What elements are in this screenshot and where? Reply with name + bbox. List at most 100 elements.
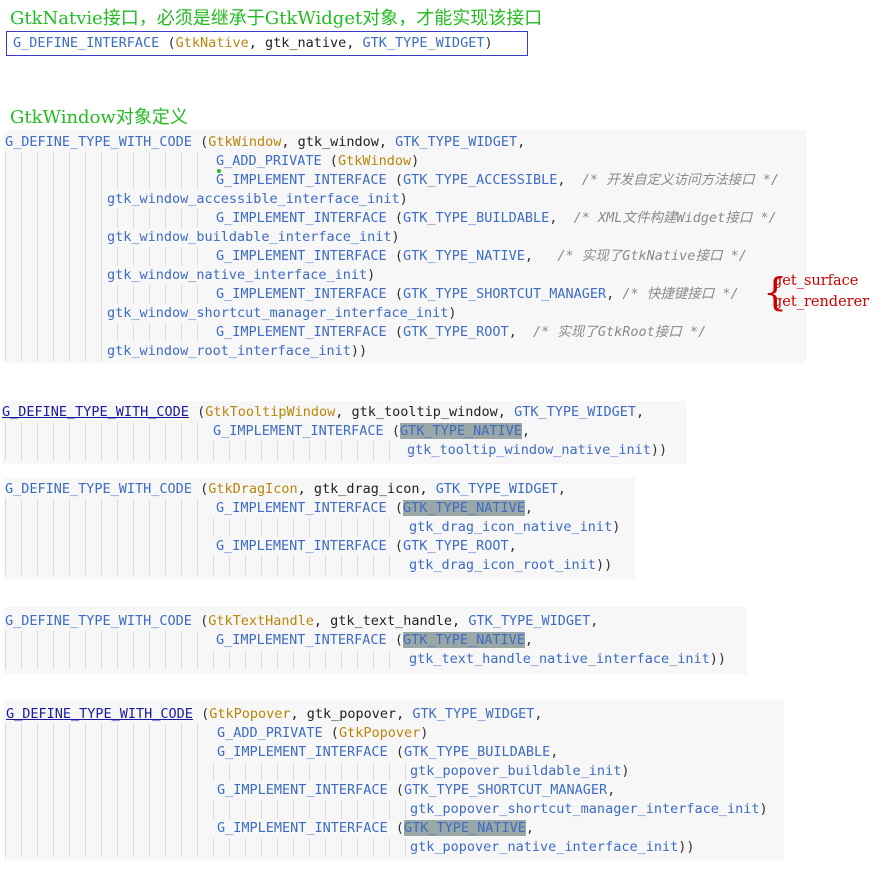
code-line: gtk_drag_icon_root_init)): [5, 556, 612, 575]
indent-guide: [21, 631, 22, 650]
code-line: gtk_window_root_interface_init)): [5, 342, 367, 361]
indent-guide: [133, 247, 134, 266]
indent-guide: [53, 304, 54, 323]
indent-guide: [357, 556, 358, 575]
indent-guide: [341, 518, 342, 537]
indent-guide: [133, 422, 134, 441]
indent-guide: [117, 152, 118, 171]
indent-guide: [389, 762, 390, 781]
indent-guide: [165, 422, 166, 441]
indent-guide: [5, 323, 6, 342]
indent-guide: [101, 171, 102, 190]
indent-guide: [5, 762, 6, 781]
indent-guide: [117, 838, 118, 857]
indent-guide: [69, 247, 70, 266]
indent-guide: [277, 556, 278, 575]
annotation-note: get_surface: [773, 273, 859, 289]
native-heading: GtkNatvie接口，必须是继承于GtkWidget对象，才能实现该接口: [10, 8, 543, 29]
indent-guide: [37, 781, 38, 800]
indent-guide: [101, 266, 102, 285]
indent-guide: [197, 518, 198, 537]
indent-guide: [5, 171, 6, 190]
indent-guide: [5, 650, 6, 669]
indent-guide: [69, 650, 70, 669]
indent-guide: [53, 781, 54, 800]
indent-guide: [37, 441, 38, 460]
code-line: G_DEFINE_TYPE_WITH_CODE (GtkPopover, gtk…: [6, 706, 543, 722]
indent-guide: [85, 171, 86, 190]
indent-guide: [149, 743, 150, 762]
indent-guide: [165, 285, 166, 304]
parent-type: GTK_TYPE_WIDGET: [362, 35, 485, 51]
indent-guides: [5, 441, 407, 460]
annotation-note: get_renderer: [773, 294, 870, 310]
indent-guide: [37, 650, 38, 669]
indent-guide: [181, 838, 182, 857]
indent-guides: [5, 152, 216, 171]
indent-guide: [69, 171, 70, 190]
code-line: G_IMPLEMENT_INTERFACE (GTK_TYPE_NATIVE,: [5, 819, 534, 838]
indent-guide: [277, 441, 278, 460]
indent-guide: [37, 247, 38, 266]
indent-guide: [405, 838, 406, 857]
indent-guide: [197, 422, 198, 441]
indent-guides: [5, 247, 216, 266]
indent-guide: [325, 838, 326, 857]
indent-guide: [245, 556, 246, 575]
code-line: G_IMPLEMENT_INTERFACE (GTK_TYPE_NATIVE, …: [5, 247, 747, 266]
indent-guide: [197, 556, 198, 575]
indent-guide: [325, 441, 326, 460]
indent-guide: [309, 650, 310, 669]
indent-guide: [165, 209, 166, 228]
indent-guide: [117, 762, 118, 781]
indent-guide: [181, 800, 182, 819]
type-name: GtkNative: [175, 35, 249, 51]
indent-guide: [85, 342, 86, 361]
code-line: gtk_window_accessible_interface_init): [5, 190, 408, 209]
indent-guide: [69, 323, 70, 342]
indent-guide: [37, 499, 38, 518]
indent-guide: [117, 422, 118, 441]
indent-guides: [5, 422, 213, 441]
indent-guide: [325, 518, 326, 537]
indent-guide: [149, 724, 150, 743]
indent-guide: [53, 285, 54, 304]
indent-guide: [117, 323, 118, 342]
indent-guide: [37, 724, 38, 743]
indent-guide: [133, 762, 134, 781]
indent-guide: [69, 190, 70, 209]
indent-guide: [373, 441, 374, 460]
indent-guide: [85, 422, 86, 441]
indent-guide: [165, 762, 166, 781]
indent-guide: [133, 838, 134, 857]
indent-guide: [5, 724, 6, 743]
indent-guide: [21, 228, 22, 247]
indent-guides: [5, 304, 107, 323]
indent-guide: [37, 838, 38, 857]
indent-guide: [69, 304, 70, 323]
indent-guide: [85, 209, 86, 228]
indent-guide: [181, 724, 182, 743]
window-heading: GtkWindow对象定义: [10, 107, 188, 128]
indent-guide: [53, 209, 54, 228]
indent-guide: [133, 209, 134, 228]
indent-guide: [37, 556, 38, 575]
indent-guide: [21, 342, 22, 361]
indent-guide: [117, 724, 118, 743]
indent-guide: [69, 285, 70, 304]
indent-guide: [101, 800, 102, 819]
indent-guide: [85, 724, 86, 743]
indent-guide: [37, 819, 38, 838]
indent-guide: [117, 650, 118, 669]
indent-guide: [181, 743, 182, 762]
indent-guide: [37, 285, 38, 304]
indent-guide: [69, 228, 70, 247]
indent-guide: [101, 724, 102, 743]
indent-guide: [37, 190, 38, 209]
indent-guide: [197, 285, 198, 304]
code-line: G_DEFINE_TYPE_WITH_CODE (GtkWindow, gtk_…: [5, 134, 526, 150]
code-line: gtk_tooltip_window_native_init)): [5, 441, 667, 460]
indent-guide: [181, 247, 182, 266]
indent-guide: [373, 650, 374, 669]
indent-guide: [165, 800, 166, 819]
